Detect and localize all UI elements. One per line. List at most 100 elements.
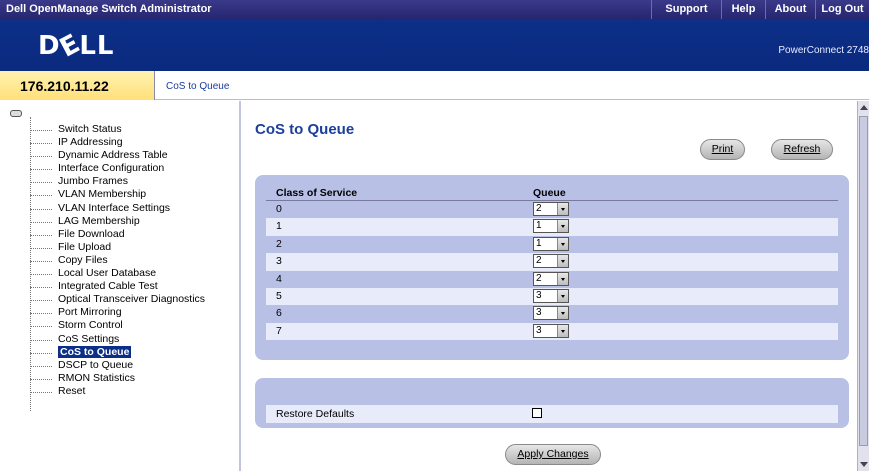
nav-item[interactable]: Optical Transceiver Diagnostics <box>30 293 205 306</box>
nav-item-label: LAG Membership <box>58 214 140 227</box>
cos-value: 0 <box>276 203 282 215</box>
table-row: 02 <box>266 201 838 218</box>
chevron-down-icon[interactable] <box>557 237 568 250</box>
chevron-down-icon[interactable] <box>557 203 568 215</box>
table-row: 42 <box>266 271 838 288</box>
nav-item-label: IP Addressing <box>58 136 123 149</box>
cos-value: 4 <box>276 272 282 285</box>
nav-item[interactable]: Interface Configuration <box>30 162 205 175</box>
queue-select[interactable]: 1 <box>533 236 569 251</box>
chevron-down-icon[interactable] <box>557 272 568 285</box>
nav-item[interactable]: VLAN Interface Settings <box>30 202 205 215</box>
scroll-thumb[interactable] <box>859 116 868 446</box>
nav-item[interactable]: Integrated Cable Test <box>30 280 205 293</box>
device-ip: 176.210.11.22 <box>0 71 155 100</box>
scroll-up-icon[interactable] <box>860 105 868 110</box>
queue-value: 3 <box>536 324 542 336</box>
nav-item-label: Jumbo Frames <box>58 175 129 188</box>
nav-item-label: Local User Database <box>58 267 157 280</box>
queue-select[interactable]: 2 <box>533 254 569 269</box>
nav-item[interactable]: File Upload <box>30 241 205 254</box>
nav-item[interactable]: Copy Files <box>30 254 205 267</box>
queue-select[interactable]: 3 <box>533 288 569 303</box>
table-row: 11 <box>266 218 838 236</box>
logout-link[interactable]: Log Out <box>815 0 869 19</box>
chevron-down-icon[interactable] <box>557 255 568 268</box>
nav-item[interactable]: Switch Status <box>30 123 205 136</box>
cos-value: 1 <box>276 220 282 233</box>
table-row: 21 <box>266 236 838 253</box>
queue-select[interactable]: 1 <box>533 219 569 234</box>
nav-item-label: Port Mirroring <box>58 306 122 319</box>
queue-select[interactable]: 3 <box>533 306 569 321</box>
nav-item[interactable]: CoS Settings <box>30 333 205 346</box>
nav-item[interactable]: LAG Membership <box>30 215 205 228</box>
tree-root-icon[interactable] <box>10 110 22 117</box>
print-button[interactable]: Print <box>700 139 745 160</box>
nav-item-label: DSCP to Queue <box>58 358 134 371</box>
table-row: 53 <box>266 287 838 306</box>
queue-value: 2 <box>536 255 542 267</box>
cos-value: 5 <box>276 289 282 302</box>
nav-item-label: VLAN Membership <box>58 188 147 201</box>
chevron-down-icon[interactable] <box>557 289 568 302</box>
nav-item-label: CoS Settings <box>58 332 120 345</box>
chevron-down-icon[interactable] <box>557 307 568 320</box>
col-class-of-service: Class of Service <box>276 187 358 199</box>
queue-select[interactable]: 2 <box>533 271 569 286</box>
header-banner: DELL PowerConnect 2748 <box>0 19 869 71</box>
nav-item[interactable]: Jumbo Frames <box>30 175 205 188</box>
table-row: 73 <box>266 322 838 341</box>
chevron-down-icon[interactable] <box>557 220 568 233</box>
nav-item[interactable]: CoS to Queue <box>30 345 205 359</box>
nav-item-label: Reset <box>58 384 86 397</box>
nav-item[interactable]: IP Addressing <box>30 136 205 149</box>
col-queue: Queue <box>533 187 566 199</box>
cos-value: 3 <box>276 255 282 268</box>
chevron-down-icon[interactable] <box>557 324 568 337</box>
nav-item[interactable]: File Download <box>30 228 205 241</box>
nav-item[interactable]: Port Mirroring <box>30 306 205 319</box>
breadcrumb: CoS to Queue <box>166 81 230 92</box>
nav-item-label: File Download <box>58 227 125 240</box>
queue-select[interactable]: 3 <box>533 323 569 338</box>
table-body: 0211213242536373 <box>266 201 838 341</box>
nav-item-label: Interface Configuration <box>58 162 165 175</box>
scroll-down-icon[interactable] <box>860 462 868 467</box>
queue-value: 1 <box>536 237 542 249</box>
support-link[interactable]: Support <box>651 0 721 19</box>
apply-changes-button[interactable]: Apply Changes <box>505 444 601 465</box>
nav-item-label: Dynamic Address Table <box>58 149 168 162</box>
nav-item[interactable]: Dynamic Address Table <box>30 149 205 162</box>
nav-item-label: File Upload <box>58 240 112 253</box>
nav-item[interactable]: Local User Database <box>30 267 205 280</box>
nav-item[interactable]: DSCP to Queue <box>30 359 205 372</box>
nav-item[interactable]: Reset <box>30 385 205 398</box>
nav-item-label: Integrated Cable Test <box>58 280 158 293</box>
nav-item-label: RMON Statistics <box>58 371 136 384</box>
restore-row: Restore Defaults <box>266 405 838 423</box>
nav-item-label: Switch Status <box>58 123 122 135</box>
queue-select[interactable]: 2 <box>533 202 569 216</box>
about-link[interactable]: About <box>765 0 815 19</box>
nav-item-label: VLAN Interface Settings <box>58 201 171 214</box>
nav-item[interactable]: VLAN Membership <box>30 188 205 201</box>
nav-item[interactable]: RMON Statistics <box>30 372 205 385</box>
app-title: Dell OpenManage Switch Administrator <box>6 3 212 15</box>
refresh-button[interactable]: Refresh <box>771 139 833 160</box>
dell-logo: DELL <box>38 28 115 64</box>
nav-item-label: Optical Transceiver Diagnostics <box>58 293 206 306</box>
help-link[interactable]: Help <box>721 0 765 19</box>
queue-value: 3 <box>536 289 542 301</box>
page-title: CoS to Queue <box>255 121 355 138</box>
nav-list: Switch Status IP Addressing Dynamic Addres… <box>30 123 205 398</box>
nav-item-label: CoS to Queue <box>58 345 132 358</box>
restore-defaults-checkbox[interactable] <box>532 408 542 418</box>
vertical-scrollbar[interactable] <box>857 101 869 471</box>
queue-value: 1 <box>536 220 542 232</box>
restore-defaults-label: Restore Defaults <box>276 408 355 420</box>
restore-panel: Restore Defaults <box>255 378 849 428</box>
main-content: CoS to Queue Print Refresh Class of Serv… <box>243 101 857 471</box>
table-header: Class of Service Queue <box>266 187 838 201</box>
nav-item[interactable]: Storm Control <box>30 319 205 332</box>
